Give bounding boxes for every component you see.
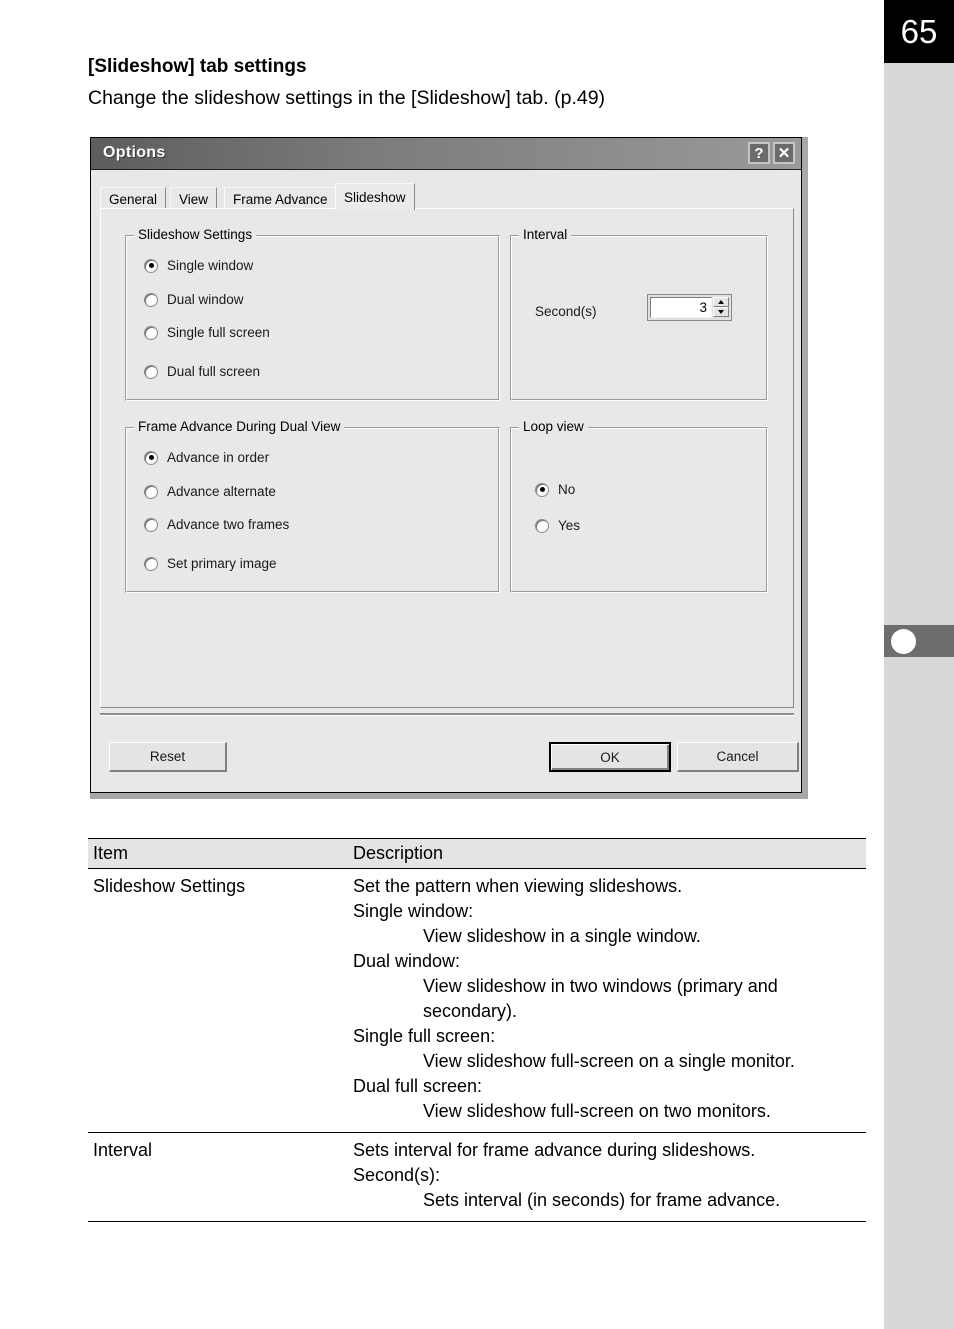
table-cell-description: Sets interval for frame advance during s… — [348, 1132, 866, 1222]
page-subtitle: Change the slideshow settings in the [Sl… — [88, 87, 606, 109]
group-slideshow-settings: Slideshow Settings Single window Dual wi… — [125, 227, 500, 401]
tab-general[interactable]: General — [100, 187, 167, 209]
description-line: Sets interval (in seconds) for frame adv… — [423, 1190, 781, 1210]
radio-indicator — [144, 364, 158, 379]
radio-indicator — [535, 518, 549, 533]
radio-label: Advance in order — [167, 450, 270, 465]
group-loop-view-title: Loop view — [519, 419, 588, 434]
section-tab-marker — [884, 625, 954, 657]
table-row: Interval Sets interval for frame advance … — [88, 1132, 866, 1222]
page-title: [Slideshow] tab settings — [88, 56, 307, 77]
radio-dual-window[interactable]: Dual window — [144, 292, 244, 307]
radio-label: Single window — [167, 258, 254, 273]
table-body: Slideshow Settings Set the pattern when v… — [88, 868, 866, 1222]
description-line: Second(s): — [353, 1165, 441, 1185]
radio-indicator — [144, 484, 158, 499]
interval-stepper[interactable]: 3 — [647, 294, 732, 321]
table-header-item: Item — [88, 838, 348, 869]
radio-indicator — [144, 450, 158, 465]
radio-label: Set primary image — [167, 556, 277, 571]
group-interval: Interval Second(s) 3 — [510, 227, 768, 401]
radio-label: Advance alternate — [167, 484, 276, 499]
description-line: View slideshow full-screen on a single m… — [423, 1051, 795, 1071]
description-line: View slideshow full-screen on two monito… — [423, 1101, 771, 1121]
stepper-buttons — [713, 297, 729, 318]
tab-view[interactable]: View — [170, 187, 218, 209]
radio-set-primary-image[interactable]: Set primary image — [144, 556, 277, 571]
table-header-description: Description — [348, 838, 866, 869]
section-tab-dot-icon — [891, 629, 916, 654]
radio-label: Yes — [558, 518, 581, 533]
radio-single-window[interactable]: Single window — [144, 258, 253, 273]
description-line: Dual window: — [353, 951, 461, 971]
seconds-label: Second(s) — [535, 304, 597, 319]
help-button[interactable]: ? — [748, 142, 770, 164]
radio-label: Dual window — [167, 292, 244, 307]
reset-button[interactable]: Reset — [109, 742, 227, 772]
radio-label: Dual full screen — [167, 364, 261, 379]
group-interval-title: Interval — [519, 227, 572, 242]
radio-indicator — [535, 482, 549, 497]
radio-advance-two-frames[interactable]: Advance two frames — [144, 517, 289, 532]
radio-loop-yes[interactable]: Yes — [535, 518, 580, 533]
tab-panel-slideshow: Slideshow Settings Single window Dual wi… — [100, 208, 794, 708]
stepper-up-icon[interactable] — [713, 297, 729, 307]
ok-button[interactable]: OK — [549, 742, 671, 772]
group-frame-advance-dual-view: Frame Advance During Dual View Advance i… — [125, 419, 500, 593]
close-icon[interactable]: ✕ — [773, 142, 795, 164]
description-line: Single window: — [353, 901, 474, 921]
radio-label: No — [558, 482, 576, 497]
radio-advance-alternate[interactable]: Advance alternate — [144, 484, 276, 499]
group-slideshow-settings-title: Slideshow Settings — [134, 227, 257, 242]
settings-description-table: Item Description Slideshow Settings Set t… — [88, 838, 866, 1222]
titlebar-buttons: ? ✕ — [748, 142, 795, 164]
tab-frame-advance[interactable]: Frame Advance — [224, 187, 337, 209]
dialog-separator — [100, 713, 794, 716]
page-number-badge: 65 — [884, 0, 954, 63]
table-cell-description: Set the pattern when viewing slideshows.… — [348, 868, 866, 1133]
dialog-titlebar: Options ? ✕ — [91, 138, 801, 170]
group-loop-view: Loop view No Yes — [510, 419, 768, 593]
radio-label: Single full screen — [167, 325, 270, 340]
radio-label: Advance two frames — [167, 517, 290, 532]
cancel-button[interactable]: Cancel — [677, 742, 799, 772]
tab-slideshow[interactable]: Slideshow — [335, 183, 415, 210]
table-header-row: Item Description — [88, 838, 866, 869]
description-line: Sets interval for frame advance during s… — [353, 1140, 756, 1160]
description-line: secondary). — [423, 1001, 518, 1021]
tab-strip: General View Frame Advance Slideshow — [100, 183, 794, 210]
group-frame-advance-title: Frame Advance During Dual View — [134, 419, 345, 434]
radio-indicator — [144, 517, 158, 532]
description-line: View slideshow in a single window. — [423, 926, 701, 946]
radio-indicator — [144, 292, 158, 307]
description-line: Single full screen: — [353, 1026, 496, 1046]
table-cell-item: Interval — [88, 1132, 348, 1222]
radio-indicator — [144, 556, 158, 571]
radio-advance-in-order[interactable]: Advance in order — [144, 450, 269, 465]
radio-dual-full-screen[interactable]: Dual full screen — [144, 364, 260, 379]
radio-indicator — [144, 258, 158, 273]
table-cell-item: Slideshow Settings — [88, 868, 348, 1133]
radio-single-full-screen[interactable]: Single full screen — [144, 325, 270, 340]
table-row: Slideshow Settings Set the pattern when v… — [88, 868, 866, 1133]
description-line: Set the pattern when viewing slideshows. — [353, 876, 683, 896]
page-margin-sidebar — [884, 0, 954, 1329]
radio-indicator — [144, 325, 158, 340]
stepper-down-icon[interactable] — [713, 307, 729, 317]
interval-input[interactable]: 3 — [650, 297, 712, 318]
description-line: Dual full screen: — [353, 1076, 483, 1096]
radio-loop-no[interactable]: No — [535, 482, 575, 497]
dialog-title: Options — [103, 144, 166, 161]
options-dialog: Options ? ✕ General View Frame Advance S… — [90, 137, 802, 793]
description-line: View slideshow in two windows (primary a… — [423, 976, 778, 996]
